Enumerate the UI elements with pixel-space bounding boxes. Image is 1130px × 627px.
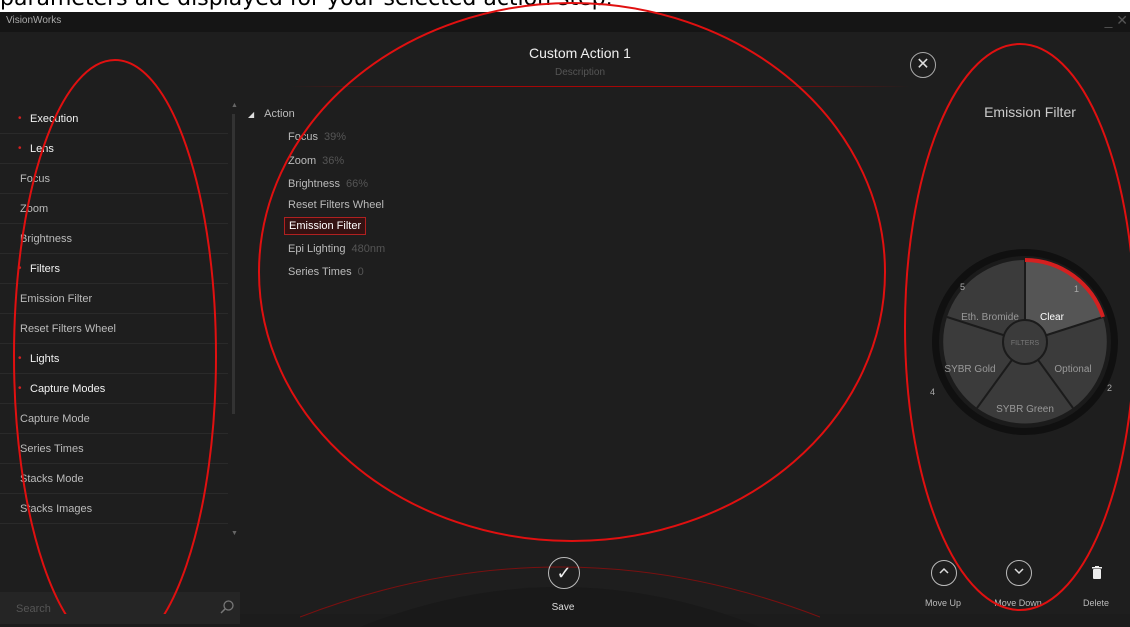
header-divider <box>290 86 910 87</box>
tree-root-label: Action <box>264 108 295 120</box>
sidebar: Execution Lens Focus Zoom Brightness Fil… <box>0 104 240 580</box>
right-panel-title: Emission Filter <box>984 104 1076 120</box>
search-box <box>0 592 240 624</box>
sidebar-header-filters[interactable]: Filters <box>0 254 228 284</box>
page-title: Custom Action 1 <box>529 45 631 61</box>
sidebar-item-stacks-images[interactable]: Stacks Images <box>0 494 228 524</box>
sidebar-item-series-times[interactable]: Series Times <box>0 434 228 464</box>
sidebar-item-stacks-mode[interactable]: Stacks Mode <box>0 464 228 494</box>
tree-item-brightness[interactable]: Brightness 66% <box>288 178 368 190</box>
chevron-down-icon <box>1014 568 1024 575</box>
wheel-number-1: 1 <box>1074 284 1079 294</box>
sidebar-item-zoom[interactable]: Zoom <box>0 194 228 224</box>
wheel-center-label: FILTERS <box>1011 340 1040 347</box>
tree-item-label: Reset Filters Wheel <box>288 199 384 211</box>
tree-item-zoom[interactable]: Zoom 36% <box>288 155 344 167</box>
sidebar-item-capture-mode[interactable]: Capture Mode <box>0 404 228 434</box>
tree-root-action[interactable]: ◢ Action <box>248 108 295 120</box>
tree-item-value: 39% <box>323 131 346 143</box>
scroll-down-arrow-icon[interactable]: ▼ <box>231 530 238 537</box>
tree-item-label: Series Times <box>288 266 352 278</box>
chevron-up-icon <box>939 567 949 574</box>
segment-label-eth-bromide: Eth. Bromide <box>961 312 1019 323</box>
wheel-number-5: 5 <box>960 282 965 292</box>
sidebar-item-brightness[interactable]: Brightness <box>0 224 228 254</box>
sidebar-item-focus[interactable]: Focus <box>0 164 228 194</box>
tree-item-label: Epi Lighting <box>288 243 346 255</box>
sidebar-item-emission-filter[interactable]: Emission Filter <box>0 284 228 314</box>
close-icon: ✕ <box>916 56 930 73</box>
tree-item-reset-filters-wheel[interactable]: Reset Filters Wheel <box>288 199 384 211</box>
tree-item-label: Zoom <box>288 155 317 167</box>
tree-item-epi-lighting[interactable]: Epi Lighting 480nm <box>288 243 385 255</box>
filter-wheel: FILTERS Clear Optional SYBR Green SYBR G… <box>930 249 1118 435</box>
caption-text: parameters are displayed for your select… <box>0 0 613 11</box>
save-button[interactable]: ✓ <box>548 557 580 589</box>
sidebar-header-capture-modes[interactable]: Capture Modes <box>0 374 228 404</box>
app-title: VisionWorks <box>6 15 62 26</box>
sidebar-header-execution[interactable]: Execution <box>0 104 228 134</box>
segment-label-clear: Clear <box>1040 312 1065 323</box>
tree-item-emission-filter[interactable]: Emission Filter <box>284 217 367 235</box>
search-icon[interactable] <box>219 599 235 615</box>
search-input[interactable] <box>14 598 208 620</box>
tree-item-value: 36% <box>322 155 345 167</box>
trash-icon[interactable] <box>1089 565 1105 581</box>
delete-label: Delete <box>1082 598 1109 608</box>
sidebar-scrollbar[interactable] <box>232 114 235 414</box>
move-up-button[interactable] <box>931 560 957 586</box>
caption-strip: parameters are displayed for your select… <box>0 0 1130 12</box>
tree-item-value: 0 <box>357 266 364 278</box>
title-bar: VisionWorks _ ✕ <box>0 12 1130 32</box>
save-label: Save <box>551 602 575 613</box>
move-up-label: Move Up <box>924 598 961 608</box>
tree-item-label: Emission Filter <box>289 220 362 232</box>
move-down-label: Move Down <box>994 598 1042 608</box>
tree-item-label: Brightness <box>288 178 340 190</box>
checkmark-icon: ✓ <box>556 563 572 583</box>
wheel-number-2: 2 <box>1107 383 1112 393</box>
wheel-number-4: 4 <box>930 387 935 397</box>
scroll-up-arrow-icon[interactable]: ▲ <box>231 102 238 109</box>
tree-item-focus[interactable]: Focus 39% <box>288 131 346 143</box>
segment-label-sybr-green: SYBR Green <box>996 404 1054 415</box>
tree-item-value: 480nm <box>351 243 386 255</box>
close-button[interactable]: ✕ <box>910 52 936 78</box>
app-body: Custom Action 1 Description ✕ Execution … <box>0 32 1130 627</box>
page-description[interactable]: Description <box>400 67 760 78</box>
segment-label-optional: Optional <box>1054 364 1091 375</box>
sidebar-item-reset-filters-wheel[interactable]: Reset Filters Wheel <box>0 314 228 344</box>
sidebar-header-lens[interactable]: Lens <box>0 134 228 164</box>
tree-item-value: 66% <box>345 178 369 190</box>
expand-caret-icon[interactable]: ◢ <box>248 110 254 119</box>
window-controls[interactable]: _ ✕ <box>1105 12 1128 29</box>
segment-label-sybr-gold: SYBR Gold <box>944 364 995 375</box>
move-down-button[interactable] <box>1006 560 1032 586</box>
tree-item-series-times[interactable]: Series Times 0 <box>288 266 364 278</box>
tree-item-label: Focus <box>288 131 318 143</box>
sidebar-header-lights[interactable]: Lights <box>0 344 228 374</box>
